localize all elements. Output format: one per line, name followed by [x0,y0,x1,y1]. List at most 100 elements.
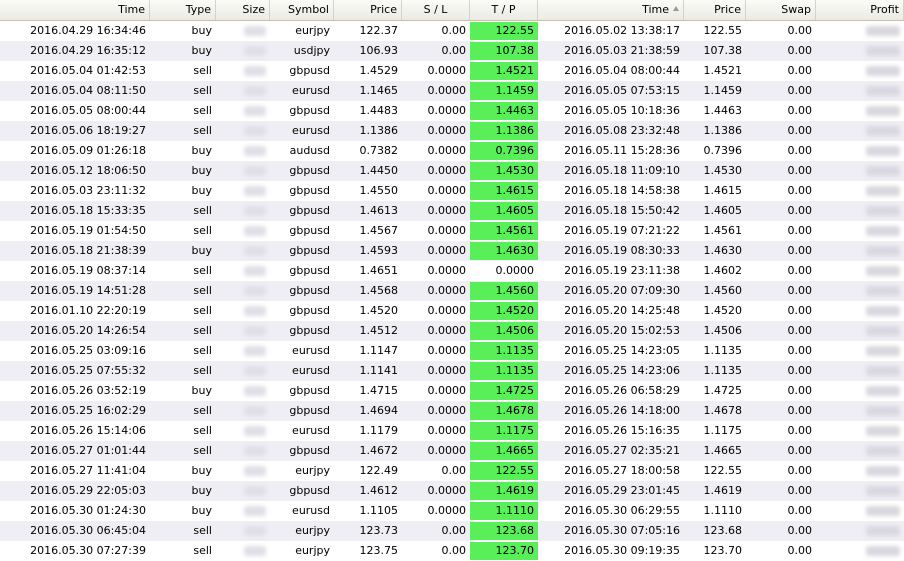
cell-open-price: 106.93 [359,44,399,57]
table-row[interactable]: 2016.05.30 06:45:04 sell eurjpy 123.73 0.00 1… [0,521,904,541]
header-stop-loss[interactable]: S / L [402,0,470,20]
cell-symbol: gbpusd [289,104,330,117]
take-profit-value: 1.4678 [495,404,535,417]
cell-open-time: 2016.05.03 23:11:32 [30,184,146,197]
table-row[interactable]: 2016.05.19 08:37:14 sell gbpusd 1.4651 0.000… [0,261,904,281]
header-open-time[interactable]: Time [0,0,150,20]
cell-close-time: 2016.05.18 15:50:42 [564,204,680,217]
cell-profit-obscured [816,261,904,281]
table-header: Time Type Size Symbol Price S / L T / P … [0,0,904,21]
cell-open-time: 2016.05.27 11:41:04 [30,464,146,477]
take-profit-value: 1.4615 [495,184,535,197]
cell-take-profit: 1.4521 [470,61,538,81]
cell-symbol: eurusd [292,504,330,517]
take-profit-value: 1.1175 [495,424,535,437]
header-profit[interactable]: Profit [816,0,904,20]
header-swap[interactable]: Swap [746,0,816,20]
cell-close-time: 2016.05.26 15:16:35 [564,424,680,437]
table-row[interactable]: 2016.05.25 03:09:16 sell eurusd 1.1147 0.000… [0,341,904,361]
cell-close-time: 2016.05.18 14:58:38 [564,184,680,197]
cell-open-time: 2016.04.29 16:34:46 [30,24,146,37]
table-row[interactable]: 2016.05.18 15:33:35 sell gbpusd 1.4613 0.000… [0,201,904,221]
take-profit-value: 1.4630 [495,244,535,257]
table-row[interactable]: 2016.05.05 08:00:44 sell gbpusd 1.4483 0.000… [0,101,904,121]
table-row[interactable]: 2016.05.03 23:11:32 buy gbpusd 1.4550 0.0000… [0,181,904,201]
cell-stop-loss: 0.0000 [427,344,467,357]
cell-profit-obscured [816,41,904,61]
take-profit-value: 123.68 [495,524,535,537]
cell-stop-loss: 0.0000 [427,104,467,117]
cell-symbol: gbpusd [289,164,330,177]
table-row[interactable]: 2016.05.27 01:01:44 sell gbpusd 1.4672 0.000… [0,441,904,461]
cell-close-price: 1.4520 [703,304,743,317]
table-row[interactable]: 2016.05.04 08:11:50 sell eurusd 1.1465 0.000… [0,81,904,101]
cell-open-price: 123.75 [359,544,399,557]
header-symbol[interactable]: Symbol [270,0,334,20]
table-row[interactable]: 2016.05.12 18:06:50 buy gbpusd 1.4450 0.0000… [0,161,904,181]
cell-stop-loss: 0.0000 [427,484,467,497]
cell-symbol: gbpusd [289,484,330,497]
cell-open-price: 1.4550 [359,184,399,197]
table-row[interactable]: 2016.04.29 16:35:12 buy usdjpy 106.93 0.00 10… [0,41,904,61]
table-row[interactable]: 2016.05.19 01:54:50 sell gbpusd 1.4567 0.000… [0,221,904,241]
header-close-time[interactable]: Time [538,0,684,20]
cell-take-profit: 122.55 [470,21,538,41]
cell-take-profit: 122.55 [470,461,538,481]
cell-profit-obscured [816,201,904,221]
table-row[interactable]: 2016.05.29 22:05:03 buy gbpusd 1.4612 0.0000… [0,481,904,501]
cell-profit-obscured [816,21,904,41]
cell-stop-loss: 0.0000 [427,304,467,317]
cell-close-price: 1.4615 [703,184,743,197]
cell-size-obscured [216,421,270,441]
header-type[interactable]: Type [150,0,216,20]
header-close-price[interactable]: Price [684,0,746,20]
cell-open-price: 1.4567 [359,224,399,237]
table-row[interactable]: 2016.05.25 16:02:29 sell gbpusd 1.4694 0.000… [0,401,904,421]
table-row[interactable]: 2016.04.29 16:34:46 buy eurjpy 122.37 0.00 12… [0,21,904,41]
cell-symbol: gbpusd [289,264,330,277]
cell-stop-loss: 0.0000 [427,424,467,437]
cell-swap: 0.00 [787,124,813,137]
cell-type: sell [193,404,212,417]
table-row[interactable]: 2016.05.27 11:41:04 buy eurjpy 122.49 0.00 12… [0,461,904,481]
cell-stop-loss: 0.0000 [427,144,467,157]
cell-take-profit: 1.4630 [470,241,538,261]
cell-swap: 0.00 [787,144,813,157]
table-row[interactable]: 2016.05.30 07:27:39 sell eurjpy 123.75 0.00 1… [0,541,904,561]
table-row[interactable]: 2016.05.06 18:19:27 sell eurusd 1.1386 0.000… [0,121,904,141]
cell-stop-loss: 0.00 [441,524,467,537]
header-open-price[interactable]: Price [334,0,402,20]
cell-stop-loss: 0.0000 [427,184,467,197]
cell-size-obscured [216,141,270,161]
cell-close-time: 2016.05.05 07:53:15 [564,84,680,97]
cell-size-obscured [216,381,270,401]
cell-close-time: 2016.05.30 06:29:55 [564,504,680,517]
table-row[interactable]: 2016.05.19 14:51:28 sell gbpusd 1.4568 0.000… [0,281,904,301]
table-row[interactable]: 2016.05.26 15:14:06 sell eurusd 1.1179 0.000… [0,421,904,441]
cell-close-time: 2016.05.02 13:38:17 [564,24,680,37]
table-row[interactable]: 2016.05.04 01:42:53 sell gbpusd 1.4529 0.000… [0,61,904,81]
cell-close-price: 122.55 [703,464,743,477]
table-row[interactable]: 2016.05.18 21:38:39 buy gbpusd 1.4593 0.0000… [0,241,904,261]
table-row[interactable]: 2016.05.26 03:52:19 buy gbpusd 1.4715 0.0000… [0,381,904,401]
table-row[interactable]: 2016.05.20 14:26:54 sell gbpusd 1.4512 0.000… [0,321,904,341]
cell-swap: 0.00 [787,164,813,177]
table-row[interactable]: 2016.05.25 07:55:32 sell eurusd 1.1141 0.000… [0,361,904,381]
cell-close-time: 2016.05.20 15:02:53 [564,324,680,337]
cell-type: buy [191,184,212,197]
header-take-profit[interactable]: T / P [470,0,538,20]
header-size[interactable]: Size [216,0,270,20]
cell-take-profit: 1.4678 [470,401,538,421]
table-row[interactable]: 2016.05.30 01:24:30 buy eurusd 1.1105 0.0000… [0,501,904,521]
cell-symbol: gbpusd [289,184,330,197]
cell-close-price: 1.4560 [703,284,743,297]
cell-symbol: gbpusd [289,224,330,237]
table-row[interactable]: 2016.01.10 22:20:19 sell gbpusd 1.4520 0.000… [0,301,904,321]
cell-type: sell [193,544,212,557]
cell-swap: 0.00 [787,484,813,497]
cell-profit-obscured [816,461,904,481]
cell-profit-obscured [816,481,904,501]
cell-stop-loss: 0.0000 [427,204,467,217]
cell-size-obscured [216,241,270,261]
table-row[interactable]: 2016.05.09 01:26:18 buy audusd 0.7382 0.0000… [0,141,904,161]
